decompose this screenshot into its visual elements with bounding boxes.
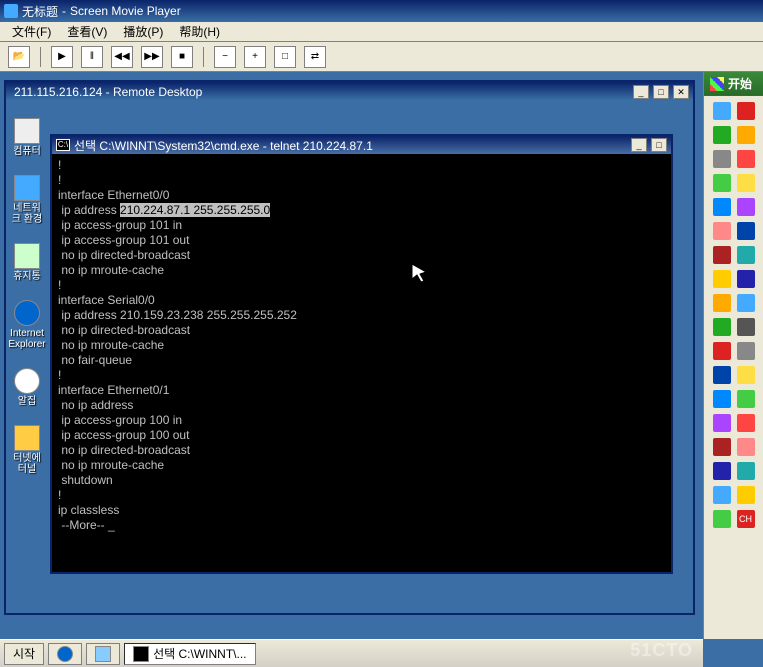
tray-grid: CH [704, 96, 763, 534]
rd-min-button[interactable]: _ [633, 85, 649, 99]
tray-icon[interactable] [713, 390, 731, 408]
tb-restore-button[interactable]: □ [274, 46, 296, 68]
cmd-title: 선택 C:\WINNT\System32\cmd.exe - telnet 21… [74, 137, 373, 154]
dock-start[interactable]: 开始 [704, 72, 763, 96]
tray-icon[interactable] [713, 318, 731, 336]
tb-sep [40, 47, 41, 67]
tb-stop-button[interactable]: ■ [171, 46, 193, 68]
menu-play[interactable]: 播放(P) [117, 21, 169, 42]
menu-help[interactable]: 帮助(H) [173, 21, 226, 42]
tray-icon[interactable] [713, 366, 731, 384]
tray-icon[interactable] [713, 126, 731, 144]
quicklaunch-ie[interactable] [48, 643, 82, 665]
quicklaunch-desktop[interactable] [86, 643, 120, 665]
main-area: 211.115.216.124 - Remote Desktop _ □ ✕ 컴… [0, 72, 703, 639]
cmd-titlebar[interactable]: C:\ 선택 C:\WINNT\System32\cmd.exe - telne… [52, 136, 671, 154]
tray-icon[interactable] [737, 222, 755, 240]
tray-icon[interactable] [737, 438, 755, 456]
tray-icon[interactable] [737, 198, 755, 216]
tray-icon[interactable] [713, 414, 731, 432]
cmd-window[interactable]: C:\ 선택 C:\WINNT\System32\cmd.exe - telne… [50, 134, 673, 574]
app-title-suffix: Screen Movie Player [70, 4, 181, 18]
tray-icon[interactable] [737, 390, 755, 408]
cmd-icon: C:\ [56, 139, 70, 151]
rd-close-button[interactable]: ✕ [673, 85, 689, 99]
tray-icon[interactable] [737, 246, 755, 264]
rd-title: 211.115.216.124 - Remote Desktop [14, 85, 202, 99]
start-button[interactable]: 시작 [4, 643, 44, 665]
icon-ie[interactable]: Internet Explorer [10, 300, 44, 350]
tray-icon[interactable] [713, 270, 731, 288]
tray-icon[interactable] [713, 198, 731, 216]
tray-icon[interactable] [713, 222, 731, 240]
menu-view[interactable]: 查看(V) [61, 21, 113, 42]
icon-tunnel[interactable]: 터넷에 터널 [10, 425, 44, 475]
tray-icon[interactable] [713, 462, 731, 480]
cmd-task-icon [133, 646, 149, 662]
tray-icon[interactable] [737, 486, 755, 504]
tray-icon[interactable] [737, 270, 755, 288]
tray-lang-icon[interactable]: CH [737, 510, 755, 528]
tb-zoom-out-button[interactable]: − [214, 46, 236, 68]
cmd-min-button[interactable]: _ [631, 138, 647, 152]
icon-my-computer[interactable]: 컴퓨터 [10, 118, 44, 157]
remote-desktop-window: 211.115.216.124 - Remote Desktop _ □ ✕ 컴… [4, 80, 695, 615]
terminal-output: ! ! interface Ethernet0/0 ip address 210… [52, 154, 671, 537]
dock-start-label: 开始 [728, 75, 752, 92]
tray-icon[interactable] [713, 438, 731, 456]
windows-logo-icon [710, 77, 724, 91]
toolbar: 📂 ▶ ‖ ◀◀ ▶▶ ■ − + □ ⇄ [0, 42, 763, 72]
app-title-prefix: 无标题 [22, 3, 58, 20]
tray-icon[interactable] [713, 174, 731, 192]
tb-open-button[interactable]: 📂 [8, 46, 30, 68]
app-icon [4, 4, 18, 18]
tray-icon[interactable] [737, 342, 755, 360]
icon-recycle[interactable]: 휴지통 [10, 243, 44, 282]
taskbar-cmd-task[interactable]: 선택 C:\WINNT\... [124, 643, 255, 665]
icon-network[interactable]: 네트워크 환경 [10, 175, 44, 225]
tb-sep2 [203, 47, 204, 67]
cmd-max-button[interactable]: □ [651, 138, 667, 152]
tray-icon[interactable] [737, 366, 755, 384]
tb-pause-button[interactable]: ‖ [81, 46, 103, 68]
tray-icon[interactable] [737, 150, 755, 168]
tb-prev-button[interactable]: ◀◀ [111, 46, 133, 68]
tray-icon[interactable] [713, 486, 731, 504]
tray-icon[interactable] [713, 246, 731, 264]
tray-icon[interactable] [737, 102, 755, 120]
rd-max-button[interactable]: □ [653, 85, 669, 99]
tray-icon[interactable] [713, 294, 731, 312]
tray-icon[interactable] [713, 150, 731, 168]
tray-icon[interactable] [737, 294, 755, 312]
tray-icon[interactable] [713, 342, 731, 360]
tray-icon[interactable] [713, 102, 731, 120]
rd-titlebar[interactable]: 211.115.216.124 - Remote Desktop _ □ ✕ [6, 82, 693, 102]
taskbar: 시작 선택 C:\WINNT\... [0, 639, 703, 667]
tray-icon[interactable] [737, 174, 755, 192]
tray-icon[interactable] [737, 462, 755, 480]
tray-icon[interactable] [713, 510, 731, 528]
tb-balance-button[interactable]: ⇄ [304, 46, 326, 68]
tray-icon[interactable] [737, 318, 755, 336]
tb-zoom-in-button[interactable]: + [244, 46, 266, 68]
right-dock: 开始 CH [703, 72, 763, 639]
remote-desktop-desktop[interactable]: 컴퓨터 네트워크 환경 휴지통 Internet Explorer 알집 터넷에… [6, 102, 693, 613]
taskbar-cmd-label: 선택 C:\WINNT\... [153, 645, 246, 662]
app-titlebar: 无标题 - Screen Movie Player [0, 0, 763, 22]
tb-play-button[interactable]: ▶ [51, 46, 73, 68]
tray-icon[interactable] [737, 414, 755, 432]
menubar: 文件(F) 查看(V) 播放(P) 帮助(H) [0, 22, 763, 42]
highlighted-ip: 210.224.87.1 255.255.255.0 [120, 203, 270, 217]
tray-icon[interactable] [737, 126, 755, 144]
icon-alzip[interactable]: 알집 [10, 368, 44, 407]
tb-next-button[interactable]: ▶▶ [141, 46, 163, 68]
menu-file[interactable]: 文件(F) [6, 21, 57, 42]
desktop-icons: 컴퓨터 네트워크 환경 휴지통 Internet Explorer 알집 터넷에… [10, 118, 44, 475]
